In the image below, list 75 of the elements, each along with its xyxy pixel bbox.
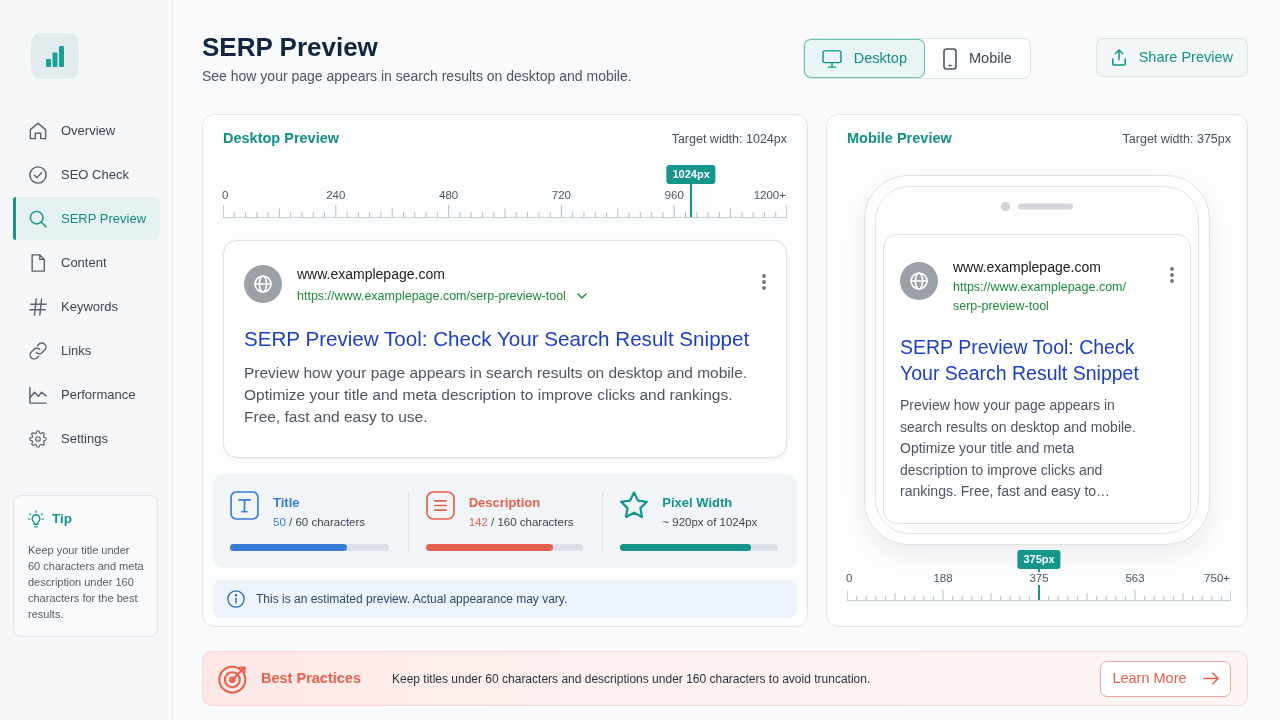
- stat-detail: ~ 920px of 1024px: [662, 515, 758, 530]
- ruler-label: 480: [438, 189, 460, 202]
- chevron-down-icon: [576, 293, 587, 299]
- tip-text: Keep your title under 60 characters and meta description under 160 characters for the best results.: [28, 543, 145, 623]
- info-icon: [227, 590, 245, 608]
- sidebar-item[interactable]: SEO Check: [13, 153, 160, 196]
- target-width-label: Target width: 1024px: [671, 130, 787, 148]
- monitor-icon: [821, 49, 842, 68]
- best-practices-text: Keep titles under 60 characters and descriptions under 160 characters to avoid truncation.: [391, 670, 871, 688]
- width-badge: 375px: [1017, 550, 1061, 569]
- result-title: SERP Preview Tool: Check Your Search Result Snippet: [244, 326, 751, 352]
- result-title: SERP Preview Tool: Check Your Search Result Snippet: [900, 335, 1140, 386]
- result-url: https://www.examplepage.com/serp-preview-tool: [297, 288, 566, 305]
- list-lines-icon: [425, 491, 455, 520]
- ruler-label: 563: [1124, 572, 1146, 585]
- result-domain: www.examplepage.com: [297, 265, 446, 283]
- tip-title: Tip: [52, 510, 72, 528]
- ruler-label: 240: [325, 189, 347, 202]
- globe-icon: [900, 262, 938, 300]
- check-circle-icon: [29, 165, 47, 184]
- share-icon: [1110, 48, 1127, 67]
- link-icon: [29, 341, 47, 360]
- arrow-right-icon: [1202, 672, 1219, 685]
- gear-icon: [29, 429, 47, 448]
- result-url: https://www.examplepage.com/serp-preview-tool: [953, 279, 1127, 315]
- target-width-label: Target width: 375px: [1122, 130, 1231, 148]
- share-button[interactable]: Share Preview: [1095, 38, 1248, 77]
- ruler-label: 750+: [1203, 572, 1231, 585]
- target-icon: [218, 663, 248, 694]
- hash-icon: [29, 297, 47, 316]
- globe-icon: [244, 265, 282, 303]
- lightbulb-icon: [28, 509, 44, 529]
- sidebar-item[interactable]: Settings: [13, 417, 160, 460]
- view-mode-tab[interactable]: Desktop: [803, 39, 925, 78]
- view-mode-tab[interactable]: Mobile: [925, 39, 1030, 78]
- kebab-menu-icon: [762, 274, 766, 290]
- sidebar-item[interactable]: Content: [13, 241, 160, 284]
- search-icon: [29, 209, 47, 228]
- ruler-label: 0: [845, 572, 854, 585]
- stat-label: Pixel Width: [662, 494, 734, 511]
- panel-title: Mobile Preview: [847, 129, 952, 149]
- sidebar-item[interactable]: Overview: [13, 109, 160, 152]
- result-description: Preview how your page appears in search results on desktop and mobile. Optimize your title and meta description to improve clicks and rankings. Free, fast and easy to use.: [244, 363, 749, 427]
- result-description: Preview how your page appears in search results on desktop and mobile. Optimize your title and meta description to improve clicks and rankings. Free, fast and easy to…: [900, 396, 1137, 501]
- text-icon: [230, 491, 259, 520]
- phone-notch-icon: [1001, 202, 1073, 211]
- stat-label: Description: [468, 494, 542, 511]
- stat-detail: 142 / 160 characters: [468, 515, 574, 530]
- stat-label: Title: [273, 494, 301, 511]
- best-practices-title: Best Practices: [261, 668, 361, 688]
- notice-text: This is an estimated preview. Actual appearance may vary.: [256, 591, 568, 608]
- sidebar-item[interactable]: Keywords: [13, 285, 160, 328]
- page-title: SERP Preview: [202, 31, 379, 63]
- ruler-label: 375: [1028, 572, 1050, 585]
- document-icon: [29, 253, 47, 272]
- sidebar-item[interactable]: SERP Preview: [13, 197, 160, 240]
- ruler-label: 0: [221, 189, 230, 202]
- ruler-label: 720: [550, 189, 572, 202]
- smartphone-icon: [943, 47, 957, 70]
- sidebar-item[interactable]: Performance: [13, 373, 160, 416]
- ruler-label: 1200+: [752, 189, 787, 202]
- star-icon: [620, 491, 649, 519]
- result-domain: www.examplepage.com: [953, 258, 1102, 276]
- page-subtitle: See how your page appears in search results on desktop and mobile.: [202, 67, 632, 85]
- logo-icon: [31, 33, 79, 79]
- panel-title: Desktop Preview: [223, 129, 340, 149]
- stat-detail: 50 / 60 characters: [273, 515, 366, 530]
- width-badge: 1024px: [666, 165, 716, 184]
- ruler-label: 188: [932, 572, 954, 585]
- kebab-menu-icon: [1170, 267, 1174, 283]
- ruler-label: 960: [663, 189, 685, 202]
- home-icon: [29, 121, 47, 140]
- learn-more-button[interactable]: Learn More: [1100, 660, 1231, 697]
- line-chart-icon: [29, 385, 47, 404]
- sidebar-item[interactable]: Links: [13, 329, 160, 372]
